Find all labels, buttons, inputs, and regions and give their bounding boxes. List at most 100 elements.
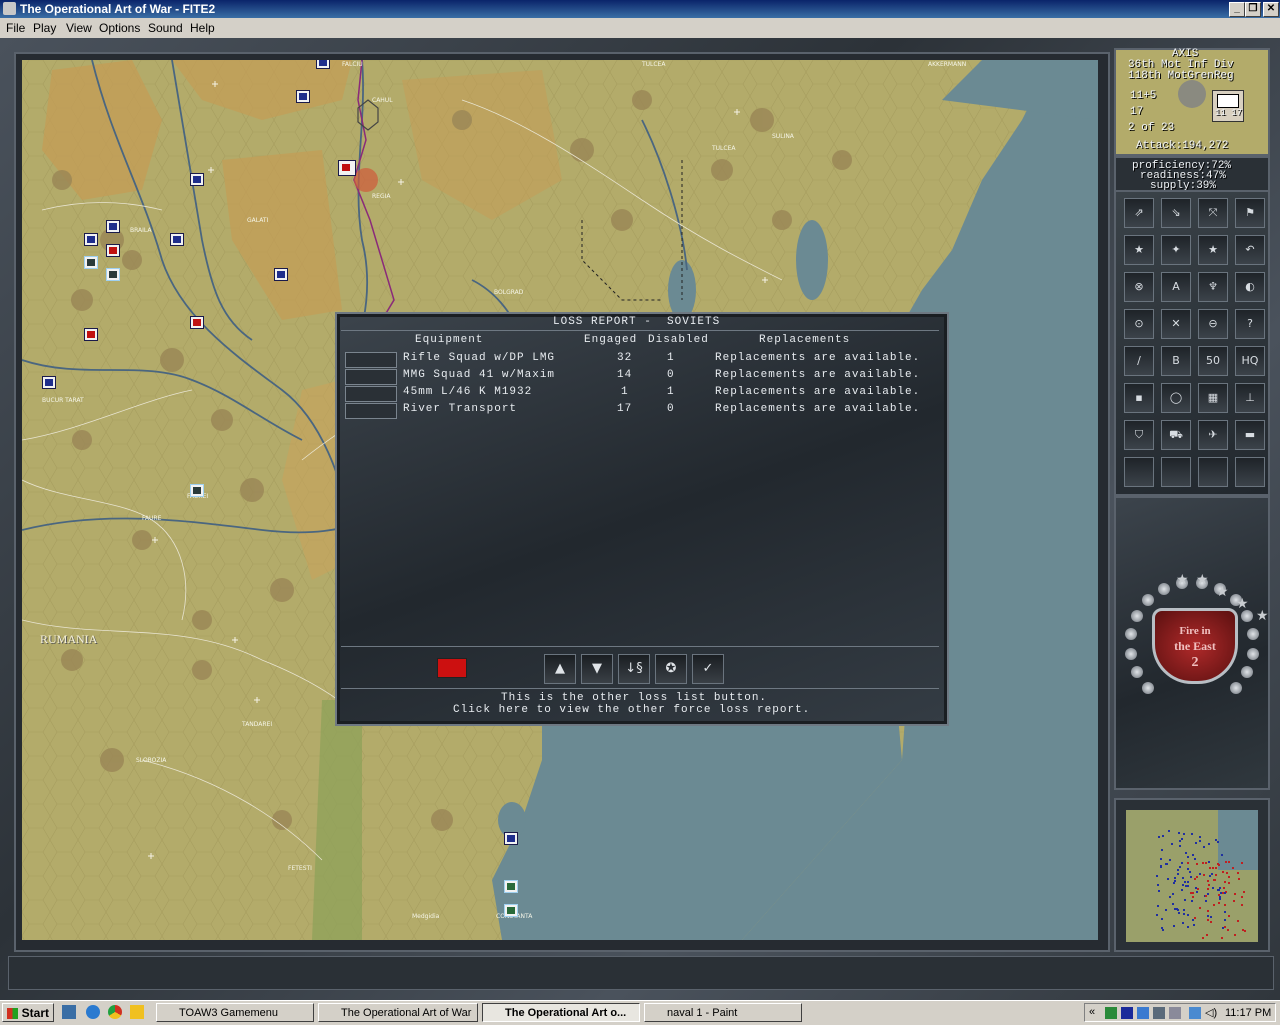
bridge-button[interactable]: ♆ <box>1198 272 1228 302</box>
svg-text:CAHUL: CAHUL <box>372 97 393 104</box>
pen-button[interactable]: ∕ <box>1124 346 1154 376</box>
minimap-unit-dot <box>1159 857 1162 860</box>
expand-button[interactable]: ⤧ <box>1198 198 1228 228</box>
minimap-unit-dot <box>1193 916 1196 919</box>
emblem-dot <box>1124 647 1137 660</box>
volume-icon[interactable]: ◁) <box>1205 1006 1217 1019</box>
unit-counter[interactable] <box>190 173 204 186</box>
header-engaged: Engaged <box>584 334 638 346</box>
minimap-unit-dot <box>1187 884 1190 887</box>
svg-text:SLOBOZIA: SLOBOZIA <box>136 757 167 764</box>
maximize-button[interactable]: ❐ <box>1245 2 1261 17</box>
tray-app-icon[interactable] <box>1121 1007 1133 1019</box>
command-a-button[interactable]: A <box>1161 272 1191 302</box>
start-button[interactable]: Start <box>2 1003 54 1022</box>
menu-view[interactable]: View <box>66 21 92 35</box>
svg-text:FALCIU: FALCIU <box>342 61 363 68</box>
truck-button[interactable]: ⛟ <box>1161 420 1191 450</box>
star-right-button[interactable]: ✦ <box>1161 235 1191 265</box>
other-loss-list-button[interactable]: ✪ <box>655 654 687 684</box>
unit-info-panel[interactable]: AXIS 36th Mot Inf Div 118th MotGrenReg 1… <box>1114 48 1270 156</box>
star-left-button[interactable]: ★ <box>1124 235 1154 265</box>
menu-sound[interactable]: Sound <box>148 21 183 35</box>
svg-text:GALATI: GALATI <box>247 217 269 224</box>
tray-app-icon[interactable] <box>1169 1007 1181 1019</box>
menu-play[interactable]: Play <box>33 21 56 35</box>
unit-counter[interactable] <box>504 832 518 845</box>
unit-counter[interactable] <box>84 256 98 269</box>
task-toaw3-gamemenu[interactable]: TOAW3 Gamemenu <box>156 1003 314 1022</box>
undo-button[interactable]: ↶ <box>1235 235 1265 265</box>
minimize-button[interactable]: _ <box>1229 2 1245 17</box>
tray-expand-icon[interactable]: « <box>1089 1006 1095 1018</box>
minimap-unit-dot <box>1186 913 1189 916</box>
unit-counter[interactable] <box>170 233 184 246</box>
unit-counter[interactable] <box>42 376 56 389</box>
unit-counter[interactable] <box>106 268 120 281</box>
task-operational-art[interactable]: The Operational Art of War <box>318 1003 478 1022</box>
command-?-button[interactable]: ? <box>1235 309 1265 339</box>
cancel-button[interactable]: ⊗ <box>1124 272 1154 302</box>
tray-app-icon[interactable] <box>1137 1007 1149 1019</box>
unit-counter[interactable] <box>106 220 120 233</box>
unit-counter[interactable] <box>504 904 518 917</box>
menu-help[interactable]: Help <box>190 21 215 35</box>
command-hq-button[interactable]: HQ <box>1235 346 1265 376</box>
unit-counter[interactable] <box>504 880 518 893</box>
chrome-icon[interactable] <box>108 1005 122 1019</box>
shield-button[interactable]: ⛉ <box>1124 420 1154 450</box>
close-button[interactable]: ✕ <box>1263 2 1279 17</box>
unit-counter[interactable] <box>190 484 204 497</box>
minimap-unit-dot <box>1222 886 1225 889</box>
move-up-button[interactable]: ⇗ <box>1124 198 1154 228</box>
command-panel: ⇗ ⇘ ⤧ ⚑ ★ ✦ ★ ↶ ⊗ A ♆ ◐ ⊙ ✕ ⊖? ∕ B 50 HQ ▪ ◯ ▦ ⊥ ⛉ ⛟ ✈ ▬ <box>1114 190 1270 496</box>
ok-button[interactable]: ✓ <box>692 654 724 684</box>
target-button[interactable]: ⊙ <box>1124 309 1154 339</box>
zoom-out-button[interactable]: ⊖ <box>1198 309 1228 339</box>
tank-button[interactable]: ▬ <box>1235 420 1265 450</box>
command-50-button[interactable]: 50 <box>1198 346 1228 376</box>
task-operational-art-active[interactable]: The Operational Art o... <box>482 1003 640 1022</box>
star-button[interactable]: ★ <box>1198 235 1228 265</box>
unit-counter[interactable] <box>190 316 204 329</box>
unit-counter[interactable] <box>296 90 310 103</box>
menu-options[interactable]: Options <box>99 21 140 35</box>
task-naval-paint[interactable]: naval 1 - Paint <box>644 1003 802 1022</box>
minimap-unit-dot <box>1187 868 1190 871</box>
circle-button[interactable]: ◯ <box>1161 383 1191 413</box>
tray-app-icon[interactable] <box>1153 1007 1165 1019</box>
force-flag-icon[interactable] <box>437 658 467 678</box>
menu-file[interactable]: File <box>6 21 25 35</box>
square-button[interactable]: ▪ <box>1124 383 1154 413</box>
move-down-button[interactable]: ⇘ <box>1161 198 1191 228</box>
star-icon: ★ <box>1196 572 1209 588</box>
network-icon[interactable] <box>1189 1007 1201 1019</box>
unit-counter[interactable] <box>106 244 120 257</box>
minimap[interactable] <box>1126 810 1258 942</box>
minimap-unit-dot <box>1224 926 1227 929</box>
sort-button[interactable]: ↓§ <box>618 654 650 684</box>
media-icon[interactable] <box>130 1005 144 1019</box>
command-b-button[interactable]: B <box>1161 346 1191 376</box>
tree-button[interactable]: ⊥ <box>1235 383 1265 413</box>
clock[interactable]: 11:17 PM <box>1225 1007 1271 1019</box>
scroll-up-button[interactable]: ▲ <box>544 654 576 684</box>
unit-counter[interactable] <box>316 60 330 69</box>
empty-slot <box>1161 457 1191 487</box>
tray-app-icon[interactable] <box>1105 1007 1117 1019</box>
minimap-unit-dot <box>1220 891 1223 894</box>
desktop-icon[interactable] <box>62 1005 76 1019</box>
flag-button[interactable]: ⚑ <box>1235 198 1265 228</box>
plane-button[interactable]: ✈ <box>1198 420 1228 450</box>
minimap-unit-dot <box>1205 899 1208 902</box>
unit-counter[interactable] <box>274 268 288 281</box>
minimap-panel[interactable] <box>1114 798 1270 952</box>
ie-icon[interactable] <box>86 1005 100 1019</box>
halfmoon-button[interactable]: ◐ <box>1235 272 1265 302</box>
chart-button[interactable]: ▦ <box>1198 383 1228 413</box>
swords-button[interactable]: ✕ <box>1161 309 1191 339</box>
unit-counter[interactable] <box>84 233 98 246</box>
scroll-down-button[interactable]: ▼ <box>581 654 613 684</box>
unit-counter[interactable] <box>84 328 98 341</box>
unit-counter-selected[interactable] <box>338 160 356 176</box>
